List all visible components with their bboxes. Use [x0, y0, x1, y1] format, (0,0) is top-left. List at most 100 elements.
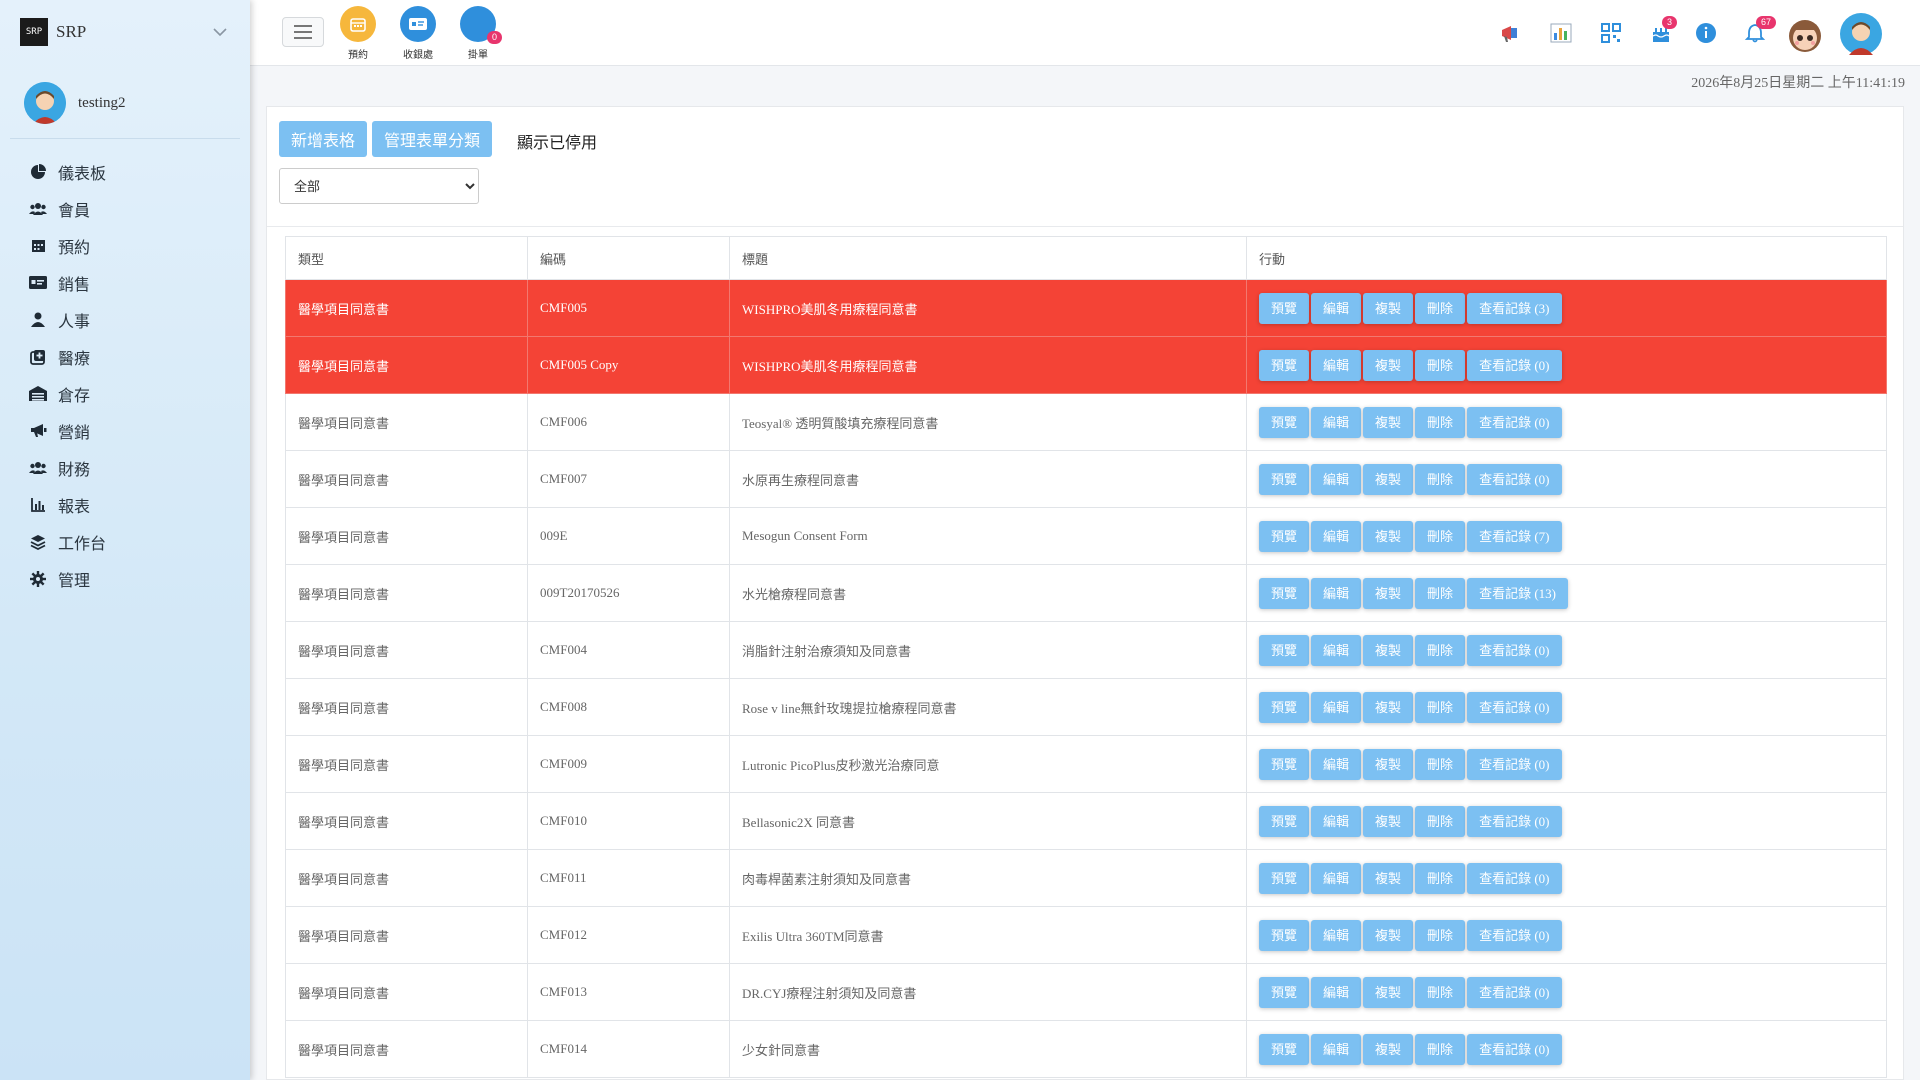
avatar[interactable]: [24, 82, 66, 124]
row-action-3-button[interactable]: 刪除: [1415, 292, 1466, 324]
row-action-1-button[interactable]: 編輯: [1311, 577, 1362, 609]
row-action-1-button[interactable]: 編輯: [1311, 691, 1362, 723]
sidebar-item-4[interactable]: 人事: [0, 301, 250, 338]
row-action-0-button[interactable]: 預覽: [1259, 577, 1310, 609]
row-action-2-button[interactable]: 複製: [1363, 919, 1414, 951]
row-action-2-button[interactable]: 複製: [1363, 463, 1414, 495]
row-action-2-button[interactable]: 複製: [1363, 292, 1414, 324]
user-panel[interactable]: testing2: [10, 64, 240, 139]
info-icon[interactable]: [1691, 18, 1721, 48]
row-action-0-button[interactable]: 預覽: [1259, 976, 1310, 1008]
row-action-2-button[interactable]: 複製: [1363, 748, 1414, 780]
row-action-0-button[interactable]: 預覽: [1259, 406, 1310, 438]
view-log-button[interactable]: 查看記錄 (13): [1467, 577, 1568, 609]
sidebar-item-5[interactable]: 醫療: [0, 338, 250, 375]
sidebar-item-11[interactable]: 管理: [0, 560, 250, 597]
row-action-2-button[interactable]: 複製: [1363, 1033, 1414, 1065]
sidebar-item-2[interactable]: 預約: [0, 227, 250, 264]
row-action-1-button[interactable]: 編輯: [1311, 919, 1362, 951]
cake-icon[interactable]: 3: [1646, 16, 1678, 48]
view-log-button[interactable]: 查看記錄 (0): [1467, 805, 1562, 837]
row-action-3-button[interactable]: 刪除: [1415, 976, 1466, 1008]
row-action-2-button[interactable]: 複製: [1363, 691, 1414, 723]
row-action-2-button[interactable]: 複製: [1363, 577, 1414, 609]
quick-pending-button[interactable]: 0 掛單: [448, 6, 508, 61]
row-action-3-button[interactable]: 刪除: [1415, 805, 1466, 837]
row-action-1-button[interactable]: 編輯: [1311, 748, 1362, 780]
row-action-1-button[interactable]: 編輯: [1311, 520, 1362, 552]
row-action-0-button[interactable]: 預覽: [1259, 292, 1310, 324]
row-action-2-button[interactable]: 複製: [1363, 634, 1414, 666]
bell-icon[interactable]: 67: [1740, 16, 1777, 48]
sidebar-item-0[interactable]: 儀表板: [0, 153, 250, 190]
row-action-3-button[interactable]: 刪除: [1415, 634, 1466, 666]
row-action-2-button[interactable]: 複製: [1363, 406, 1414, 438]
view-log-button[interactable]: 查看記錄 (0): [1467, 1033, 1562, 1065]
row-action-0-button[interactable]: 預覽: [1259, 634, 1310, 666]
sidebar-item-7[interactable]: 營銷: [0, 412, 250, 449]
row-action-3-button[interactable]: 刪除: [1415, 520, 1466, 552]
menu-toggle-button[interactable]: [282, 17, 324, 47]
view-log-button[interactable]: 查看記錄 (0): [1467, 463, 1562, 495]
show-disabled-toggle[interactable]: 顯示已停用: [517, 129, 597, 153]
row-action-0-button[interactable]: 預覽: [1259, 862, 1310, 894]
row-action-1-button[interactable]: 編輯: [1311, 1033, 1362, 1065]
sidebar-item-1[interactable]: 會員: [0, 190, 250, 227]
row-action-1-button[interactable]: 編輯: [1311, 862, 1362, 894]
sidebar-item-10[interactable]: 工作台: [0, 523, 250, 560]
view-log-button[interactable]: 查看記錄 (0): [1467, 691, 1562, 723]
bar-chart-icon[interactable]: [1546, 18, 1576, 48]
row-action-3-button[interactable]: 刪除: [1415, 577, 1466, 609]
row-action-1-button[interactable]: 編輯: [1311, 463, 1362, 495]
row-action-1-button[interactable]: 編輯: [1311, 349, 1362, 381]
row-action-2-button[interactable]: 複製: [1363, 976, 1414, 1008]
view-log-button[interactable]: 查看記錄 (0): [1467, 406, 1562, 438]
row-action-0-button[interactable]: 預覽: [1259, 520, 1310, 552]
quick-booking-button[interactable]: 預約: [328, 6, 388, 61]
row-action-0-button[interactable]: 預覽: [1259, 919, 1310, 951]
view-log-button[interactable]: 查看記錄 (3): [1467, 292, 1562, 324]
row-action-0-button[interactable]: 預覽: [1259, 805, 1310, 837]
view-log-button[interactable]: 查看記錄 (0): [1467, 748, 1562, 780]
row-action-0-button[interactable]: 預覽: [1259, 748, 1310, 780]
row-action-3-button[interactable]: 刪除: [1415, 406, 1466, 438]
user-avatar[interactable]: [1839, 12, 1883, 56]
sidebar-item-9[interactable]: 報表: [0, 486, 250, 523]
row-action-1-button[interactable]: 編輯: [1311, 292, 1362, 324]
row-action-1-button[interactable]: 編輯: [1311, 976, 1362, 1008]
view-log-button[interactable]: 查看記錄 (0): [1467, 976, 1562, 1008]
view-log-button[interactable]: 查看記錄 (0): [1467, 349, 1562, 381]
row-action-2-button[interactable]: 複製: [1363, 349, 1414, 381]
row-action-1-button[interactable]: 編輯: [1311, 805, 1362, 837]
category-filter-select[interactable]: 全部: [279, 168, 479, 204]
row-action-3-button[interactable]: 刪除: [1415, 463, 1466, 495]
sidebar-item-6[interactable]: 倉存: [0, 375, 250, 412]
view-log-button[interactable]: 查看記錄 (0): [1467, 862, 1562, 894]
qr-code-icon[interactable]: [1596, 18, 1626, 48]
view-log-button[interactable]: 查看記錄 (0): [1467, 919, 1562, 951]
manage-categories-button[interactable]: 管理表單分類: [372, 121, 493, 157]
sidebar-item-3[interactable]: 銷售: [0, 264, 250, 301]
row-action-3-button[interactable]: 刪除: [1415, 691, 1466, 723]
megaphone-icon[interactable]: [1496, 18, 1526, 48]
row-action-0-button[interactable]: 預覽: [1259, 1033, 1310, 1065]
row-action-1-button[interactable]: 編輯: [1311, 406, 1362, 438]
row-action-3-button[interactable]: 刪除: [1415, 748, 1466, 780]
row-action-2-button[interactable]: 複製: [1363, 805, 1414, 837]
mascot-avatar[interactable]: [1783, 12, 1827, 56]
row-action-1-button[interactable]: 編輯: [1311, 634, 1362, 666]
sidebar-item-8[interactable]: 財務: [0, 449, 250, 486]
row-action-0-button[interactable]: 預覽: [1259, 349, 1310, 381]
add-form-button[interactable]: 新增表格: [279, 121, 368, 157]
row-action-2-button[interactable]: 複製: [1363, 520, 1414, 552]
row-action-3-button[interactable]: 刪除: [1415, 862, 1466, 894]
row-action-0-button[interactable]: 預覽: [1259, 463, 1310, 495]
chevron-down-icon[interactable]: [210, 22, 230, 42]
row-action-2-button[interactable]: 複製: [1363, 862, 1414, 894]
view-log-button[interactable]: 查看記錄 (7): [1467, 520, 1562, 552]
row-action-3-button[interactable]: 刪除: [1415, 349, 1466, 381]
row-action-3-button[interactable]: 刪除: [1415, 1033, 1466, 1065]
row-action-0-button[interactable]: 預覽: [1259, 691, 1310, 723]
view-log-button[interactable]: 查看記錄 (0): [1467, 634, 1562, 666]
row-action-3-button[interactable]: 刪除: [1415, 919, 1466, 951]
